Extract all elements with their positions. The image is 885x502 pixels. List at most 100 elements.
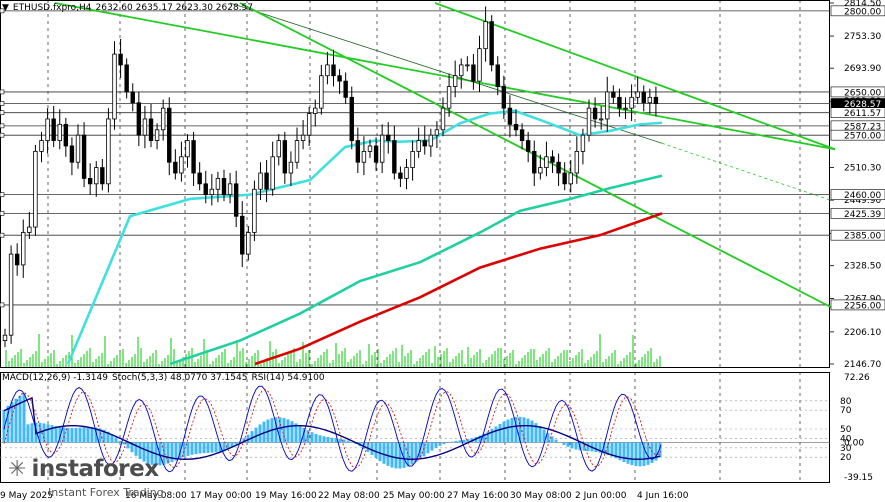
macd-histogram-bar [462, 439, 466, 443]
macd-histogram-bar [66, 427, 70, 443]
macd-histogram-bar [434, 442, 438, 449]
macd-histogram-bar [222, 442, 226, 451]
macd-histogram-bar [338, 438, 342, 443]
candle [148, 103, 154, 148]
candle [629, 84, 634, 122]
rsi-label: RSI(14) 54.9100 [251, 373, 325, 383]
macd-histogram-bar [290, 421, 294, 443]
macd-tick-label: -39.15 [844, 473, 873, 483]
macd-histogram-bar [74, 427, 78, 443]
candle [191, 131, 196, 186]
candle [75, 124, 81, 169]
candle [556, 153, 561, 186]
candle [2, 328, 8, 348]
candle [233, 170, 239, 228]
candle [373, 137, 379, 171]
macd-label: MACD(12,26,9) -1.3149 [2, 373, 108, 383]
time-axis-label: 2 Jun 00:00 [575, 491, 627, 501]
candle [51, 105, 56, 148]
macd-histogram-bar [194, 442, 198, 455]
time-axis-label: 4 Jun 16:00 [637, 491, 689, 501]
channel-line [229, 2, 663, 144]
price-tick-label: 2206.10 [844, 328, 881, 338]
macd-histogram-bar [570, 442, 574, 449]
osc-tick-label: 70 [840, 406, 852, 416]
level-badge: 2650.00 [830, 86, 885, 98]
price-chart[interactable]: 2814.502753.302693.902632.802510.302449.… [0, 0, 885, 502]
price-tick-label: 2146.70 [844, 360, 881, 370]
candle [525, 131, 531, 163]
candle [197, 162, 202, 191]
macd-histogram-bar [90, 427, 94, 443]
macd-histogram-bar [170, 442, 174, 463]
candle [270, 141, 275, 196]
macd-histogram-bar [346, 440, 350, 443]
channel-extension [661, 142, 831, 201]
macd-histogram-bar [530, 420, 534, 443]
candle [294, 127, 300, 169]
macd-histogram-bar [574, 442, 578, 450]
candle [519, 123, 525, 150]
candle [611, 85, 616, 104]
candle [471, 54, 476, 90]
macd-histogram-bar [586, 442, 590, 452]
candle [69, 137, 75, 176]
candle [100, 158, 105, 191]
macd-histogram-bar [26, 424, 30, 443]
candle [173, 149, 178, 180]
price-tick-label: 2693.90 [844, 64, 881, 74]
candle [337, 69, 342, 95]
candle [428, 128, 434, 157]
candle [288, 151, 294, 186]
candle [21, 219, 26, 278]
watermark-logo: ✳ instaforex Instant Forex Trading [8, 456, 164, 499]
macd-histogram-bar [430, 442, 434, 451]
time-axis-label: 25 May 00:00 [383, 491, 445, 501]
candle [264, 160, 269, 203]
candle [544, 141, 549, 177]
candle [513, 109, 519, 137]
candle [623, 97, 628, 119]
dropdown-triangle-icon[interactable]: ▼ [2, 3, 9, 13]
candle [562, 162, 567, 191]
watermark-name: instaforex [31, 456, 160, 482]
macd-histogram-bar [638, 442, 642, 467]
time-axis-label: 27 May 16:00 [447, 491, 509, 501]
time-axis-label: 17 May 00:00 [190, 491, 252, 501]
candle [45, 108, 50, 154]
candle [94, 161, 99, 197]
candle [112, 41, 117, 130]
macd-histogram-bar [562, 442, 566, 445]
candle [33, 144, 38, 236]
ema-mid-line [169, 174, 663, 366]
time-axis-label: 19 May 16:00 [255, 491, 317, 501]
macd-histogram-bar [282, 418, 286, 443]
macd-histogram-bar [406, 442, 410, 467]
level-badge: 2385.00 [830, 229, 885, 242]
level-marker [0, 89, 5, 95]
candle [240, 201, 245, 268]
level-marker [0, 132, 5, 138]
candle [586, 99, 592, 142]
channel-line [239, 2, 836, 311]
macd-histogram-bar [286, 419, 290, 443]
macd-histogram-bar [622, 442, 626, 463]
macd-histogram-bar [206, 442, 210, 453]
candle [355, 127, 361, 174]
candle [641, 85, 646, 112]
stoch-label: Stoch(5,3,3) 48.0770 37.1545 [111, 373, 248, 383]
candle [379, 124, 385, 174]
macd-histogram-bar [630, 442, 634, 466]
candle [392, 125, 397, 180]
candle [465, 56, 470, 72]
indicator-header: MACD(12,26,9) -1.3149 Stoch(5,3,3) 48.077… [2, 373, 329, 383]
level-marker [0, 110, 5, 116]
macd-histogram-bar [314, 433, 318, 443]
macd-histogram-bar [210, 442, 214, 453]
macd-histogram-bar [526, 418, 530, 443]
candle [87, 163, 93, 195]
svg-text:2611.57: 2611.57 [844, 109, 881, 119]
candle [483, 6, 488, 62]
candle [489, 15, 494, 72]
level-badge: 2611.57 [830, 107, 885, 119]
